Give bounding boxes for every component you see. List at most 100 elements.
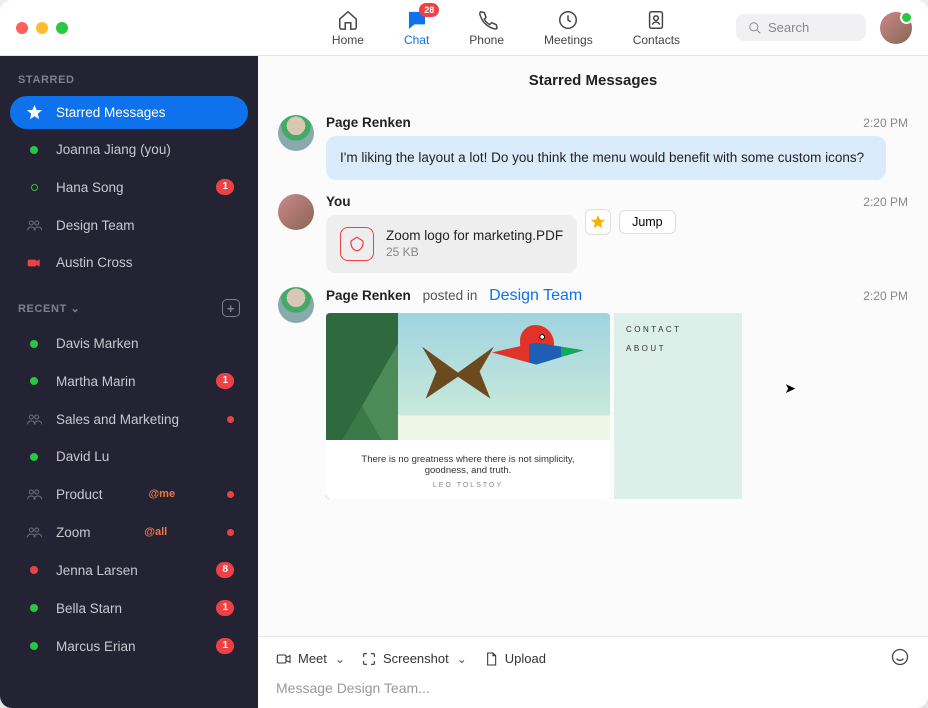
posted-in-label: posted in	[419, 288, 481, 303]
avatar[interactable]	[278, 287, 314, 323]
file-size: 25 KB	[386, 245, 563, 259]
nav-phone[interactable]: Phone	[469, 9, 504, 47]
sidebar-item-hana[interactable]: Hana Song 1	[10, 170, 248, 204]
nav-home[interactable]: Home	[332, 9, 364, 47]
team-icon	[24, 411, 44, 427]
nav-chat[interactable]: 28 Chat	[404, 9, 429, 47]
team-icon	[24, 524, 44, 540]
smile-icon	[890, 647, 910, 667]
sidebar-item-label: Hana Song	[56, 180, 124, 195]
presence-icon	[24, 146, 44, 154]
main-panel: Starred Messages Page Renken 2:20 PM I'm…	[258, 56, 928, 708]
sidebar-item-marcus[interactable]: Marcus Erian 1	[10, 629, 248, 663]
sidebar-item-label: Zoom	[56, 525, 91, 540]
avatar[interactable]	[278, 115, 314, 151]
message-input[interactable]: Message Design Team...	[276, 680, 910, 696]
channel-link[interactable]: Design Team	[489, 287, 582, 305]
sidebar-item-jenna[interactable]: Jenna Larsen 8	[10, 553, 248, 587]
message-composer: Meet Screenshot Upload Message Design Te…	[258, 636, 928, 708]
sidebar-item-label: Austin Cross	[56, 255, 133, 270]
timestamp: 2:20 PM	[863, 289, 908, 303]
nav-contacts[interactable]: Contacts	[633, 9, 680, 47]
unread-badge: 1	[216, 179, 234, 195]
presence-icon	[24, 604, 44, 612]
sidebar-item-label: Product	[56, 487, 103, 502]
search-input[interactable]: Search	[736, 14, 866, 41]
decorative-image	[422, 347, 494, 399]
team-icon	[24, 486, 44, 502]
presence-icon	[24, 642, 44, 650]
image-side-menu: CONTACT ABOUT	[614, 313, 742, 499]
avatar[interactable]	[278, 194, 314, 230]
unread-dot	[227, 491, 234, 498]
sidebar-item-product[interactable]: Product @me	[10, 477, 248, 511]
window-traffic-lights[interactable]	[16, 22, 68, 34]
chevron-down-icon: ⌄	[70, 303, 80, 315]
clock-icon	[557, 9, 579, 31]
maximize-window-icon[interactable]	[56, 22, 68, 34]
upload-button[interactable]: Upload	[483, 651, 546, 667]
presence-icon	[24, 340, 44, 348]
pdf-icon	[340, 227, 374, 261]
sidebar-item-label: Design Team	[56, 218, 135, 233]
sidebar-item-davis[interactable]: Davis Marken	[10, 327, 248, 360]
nav-contacts-label: Contacts	[633, 33, 680, 47]
sidebar-item-design-team[interactable]: Design Team	[10, 208, 248, 242]
sidebar-item-label: Marcus Erian	[56, 639, 136, 654]
close-window-icon[interactable]	[16, 22, 28, 34]
sender-name: Page Renken	[326, 115, 411, 130]
star-button[interactable]	[585, 209, 611, 235]
sidebar-item-starred-messages[interactable]: Starred Messages	[10, 96, 248, 129]
timestamp: 2:20 PM	[863, 195, 908, 209]
image-attachment[interactable]: There is no greatness where there is not…	[326, 313, 908, 499]
sidebar-item-david[interactable]: David Lu	[10, 440, 248, 473]
titlebar: Home 28 Chat Phone Meetings Contacts S	[0, 0, 928, 56]
sidebar-item-sales[interactable]: Sales and Marketing	[10, 402, 248, 436]
sidebar-item-label: David Lu	[56, 449, 109, 464]
message-text[interactable]: I'm liking the layout a lot! Do you thin…	[326, 136, 886, 180]
timestamp: 2:20 PM	[863, 116, 908, 130]
contacts-icon	[645, 9, 667, 31]
sidebar-item-bella[interactable]: Bella Starn 1	[10, 591, 248, 625]
message-row: Page Renken 2:20 PM I'm liking the layou…	[278, 115, 908, 180]
unread-dot	[227, 529, 234, 536]
minimize-window-icon[interactable]	[36, 22, 48, 34]
team-icon	[24, 217, 44, 233]
nav-phone-label: Phone	[469, 33, 504, 47]
sidebar: STARRED Starred Messages Joanna Jiang (y…	[0, 56, 258, 708]
presence-icon	[24, 453, 44, 461]
presence-icon	[24, 566, 44, 574]
mention-badge: @me	[148, 488, 175, 500]
top-nav: Home 28 Chat Phone Meetings Contacts	[332, 9, 680, 47]
file-attachment[interactable]: Zoom logo for marketing.PDF 25 KB	[326, 215, 577, 273]
sidebar-item-martha[interactable]: Martha Marin 1	[10, 364, 248, 398]
message-list[interactable]: Page Renken 2:20 PM I'm liking the layou…	[258, 101, 928, 636]
presence-icon	[24, 377, 44, 385]
search-placeholder: Search	[768, 20, 809, 35]
chat-badge: 28	[419, 3, 439, 17]
screenshot-button[interactable]: Screenshot	[361, 651, 467, 667]
sidebar-item-label: Joanna Jiang (you)	[56, 142, 171, 157]
star-icon	[24, 105, 44, 120]
mention-badge: @all	[144, 526, 167, 538]
meet-button[interactable]: Meet	[276, 651, 345, 667]
profile-avatar[interactable]	[880, 12, 912, 44]
unread-dot	[227, 416, 234, 423]
nav-home-label: Home	[332, 33, 364, 47]
phone-icon	[476, 9, 498, 31]
sidebar-item-joanna[interactable]: Joanna Jiang (you)	[10, 133, 248, 166]
sidebar-item-label: Starred Messages	[56, 105, 166, 120]
video-icon	[276, 651, 292, 667]
sidebar-item-austin[interactable]: Austin Cross	[10, 246, 248, 279]
sidebar-section-recent[interactable]: RECENT ⌄ +	[0, 281, 258, 325]
sidebar-item-zoom[interactable]: Zoom @all	[10, 515, 248, 549]
sidebar-item-label: Martha Marin	[56, 374, 136, 389]
unread-badge: 1	[216, 373, 234, 389]
sidebar-item-label: Sales and Marketing	[56, 412, 179, 427]
nav-meetings[interactable]: Meetings	[544, 9, 593, 47]
jump-button[interactable]: Jump	[619, 210, 676, 234]
emoji-button[interactable]	[890, 647, 910, 670]
nav-chat-label: Chat	[404, 33, 429, 47]
message-row: Page Renken posted in Design Team 2:20 P…	[278, 287, 908, 499]
add-recent-button[interactable]: +	[222, 299, 240, 317]
